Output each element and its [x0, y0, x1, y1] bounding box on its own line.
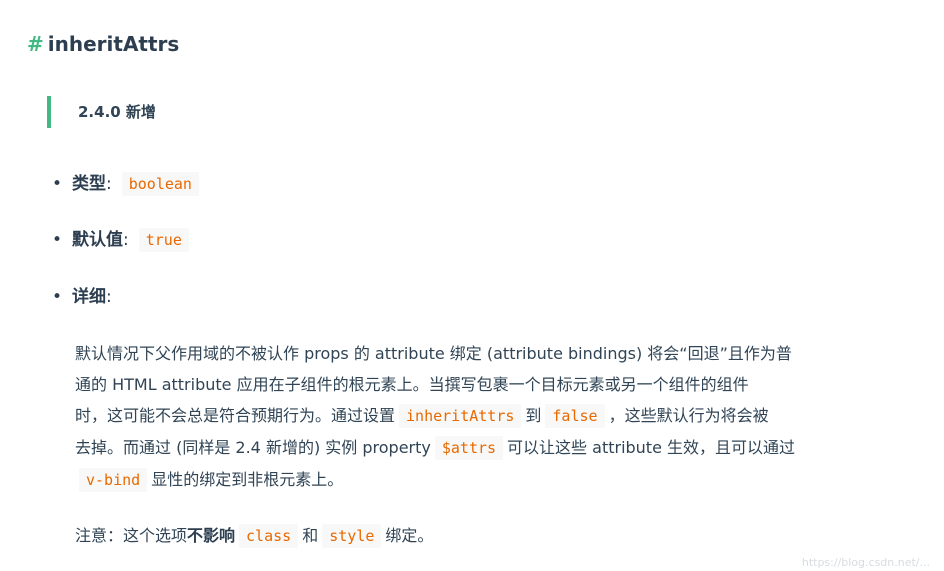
- detail-line-2: 通的 HTML attribute 应用在子组件的根元素上。当撰写包裹一个目标元…: [75, 375, 749, 394]
- version-tip-text: 2.4.0 新增: [78, 103, 156, 121]
- detail-label: 详细: [72, 287, 106, 307]
- note-strong: 不影响: [187, 526, 236, 545]
- detail-line-1: 默认情况下父作用域的不被认作 props 的 attribute 绑定 (att…: [75, 344, 792, 363]
- detail-line-4a: 去掉。而通过 (同样是 2.4 新增的) 实例 property: [75, 438, 431, 457]
- section-heading: # inheritAttrs: [27, 30, 179, 58]
- type-code: boolean: [121, 172, 199, 196]
- note-paragraph: 注意：这个选项不影响 class 和 style 绑定。: [75, 520, 935, 552]
- list-item-detail: • 详细:: [52, 282, 612, 312]
- note-mid: 和: [302, 526, 319, 545]
- detail-line-5: 显性的绑定到非根元素上。: [151, 470, 344, 489]
- heading-title: inheritAttrs: [47, 32, 180, 56]
- inheritattrs-code: inheritAttrs: [399, 404, 522, 428]
- note-prefix: 注意：这个选项: [75, 526, 188, 545]
- detail-line-3c: ，这些默认行为将会被: [608, 406, 769, 425]
- false-code: false: [545, 404, 605, 428]
- list-item-default: • 默认值: true: [52, 225, 612, 255]
- style-code: style: [322, 524, 382, 548]
- detail-paragraph: 默认情况下父作用域的不被认作 props 的 attribute 绑定 (att…: [75, 338, 935, 496]
- colon: :: [106, 174, 112, 194]
- default-label: 默认值: [72, 230, 123, 250]
- header-anchor-link[interactable]: #: [27, 32, 44, 56]
- detail-line-3b: 到: [525, 406, 542, 425]
- type-label: 类型: [72, 174, 106, 194]
- bullet: •: [52, 174, 63, 194]
- v-bind-code: v-bind: [79, 468, 148, 492]
- class-code: class: [239, 524, 299, 548]
- bullet: •: [52, 287, 63, 307]
- default-code: true: [138, 228, 189, 252]
- detail-line-3a: 时，这可能不会总是符合预期行为。通过设置: [75, 406, 396, 425]
- colon: :: [106, 287, 112, 307]
- version-tip: 2.4.0 新增: [47, 96, 247, 128]
- note-suffix: 绑定。: [385, 526, 434, 545]
- bullet: •: [52, 230, 63, 250]
- watermark: https://blog.csdn.net/...: [801, 556, 930, 569]
- list-item-type: • 类型: boolean: [52, 169, 612, 199]
- detail-line-4b: 可以让这些 attribute 生效，且可以通过: [507, 438, 796, 457]
- colon: :: [123, 230, 129, 250]
- attrs-code: $attrs: [434, 436, 504, 460]
